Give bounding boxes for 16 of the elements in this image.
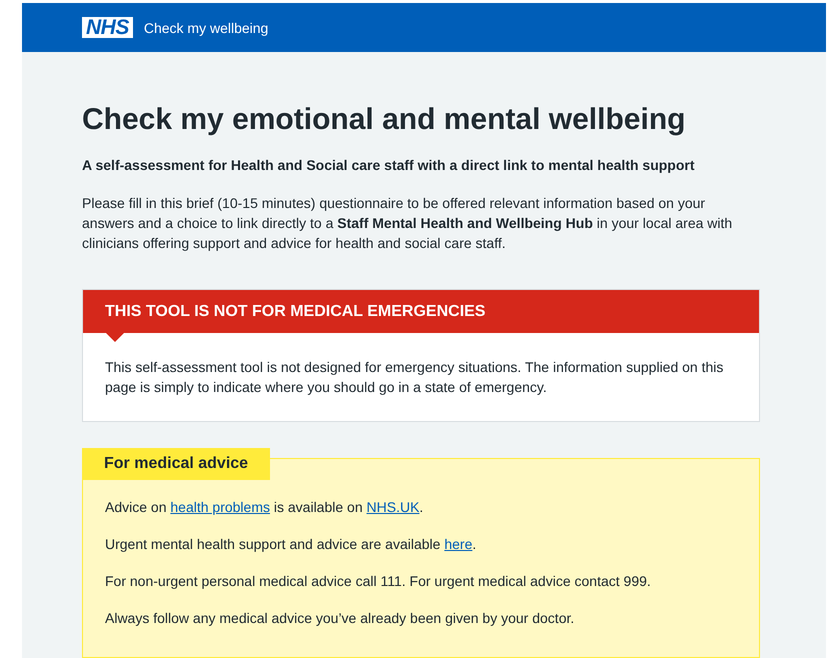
nhs-logo[interactable]: NHS — [82, 17, 133, 38]
advice-link[interactable]: health problems — [170, 499, 270, 515]
advice-paragraph: Urgent mental health support and advice are available here. — [105, 535, 478, 554]
warning-text: This self-assessment tool is not designed for emergency situations. The information supplied on this page is simply to indicate where you should go in a state of emergency. — [104, 358, 724, 397]
heading-pointer — [105, 332, 125, 342]
service-name[interactable]: Check my wellbeing — [144, 20, 268, 36]
intro-paragraph: Please fill in this brief (10-15 minutes) questionnaire to be offered relevant information based on your answers and a choice to link directly to a Staff Mental Health and Wellbeing Hub in your local area with clinicians offering support and advice for health and social care staff. — [82, 194, 734, 253]
advice-paragraph: Advice on health problems is available on NHS.UK. — [105, 498, 424, 517]
advice-link[interactable]: NHS.UK — [366, 499, 420, 515]
page-title: Check my emotional and mental wellbeing — [82, 102, 686, 138]
advice-paragraph: Always follow any medical advice you’ve already been given by your doctor. — [105, 609, 576, 628]
advice-heading: For medical advice — [82, 448, 270, 480]
page-subtitle: A self-assessment for Health and Social care staff with a direct link to mental health support — [82, 156, 696, 174]
advice-link[interactable]: here — [444, 536, 472, 552]
warning-heading: THIS TOOL IS NOT FOR MEDICAL EMERGENCIES — [83, 290, 759, 333]
advice-paragraph: For non-urgent personal medical advice call 111. For urgent medical advice contact 999. — [105, 572, 652, 591]
